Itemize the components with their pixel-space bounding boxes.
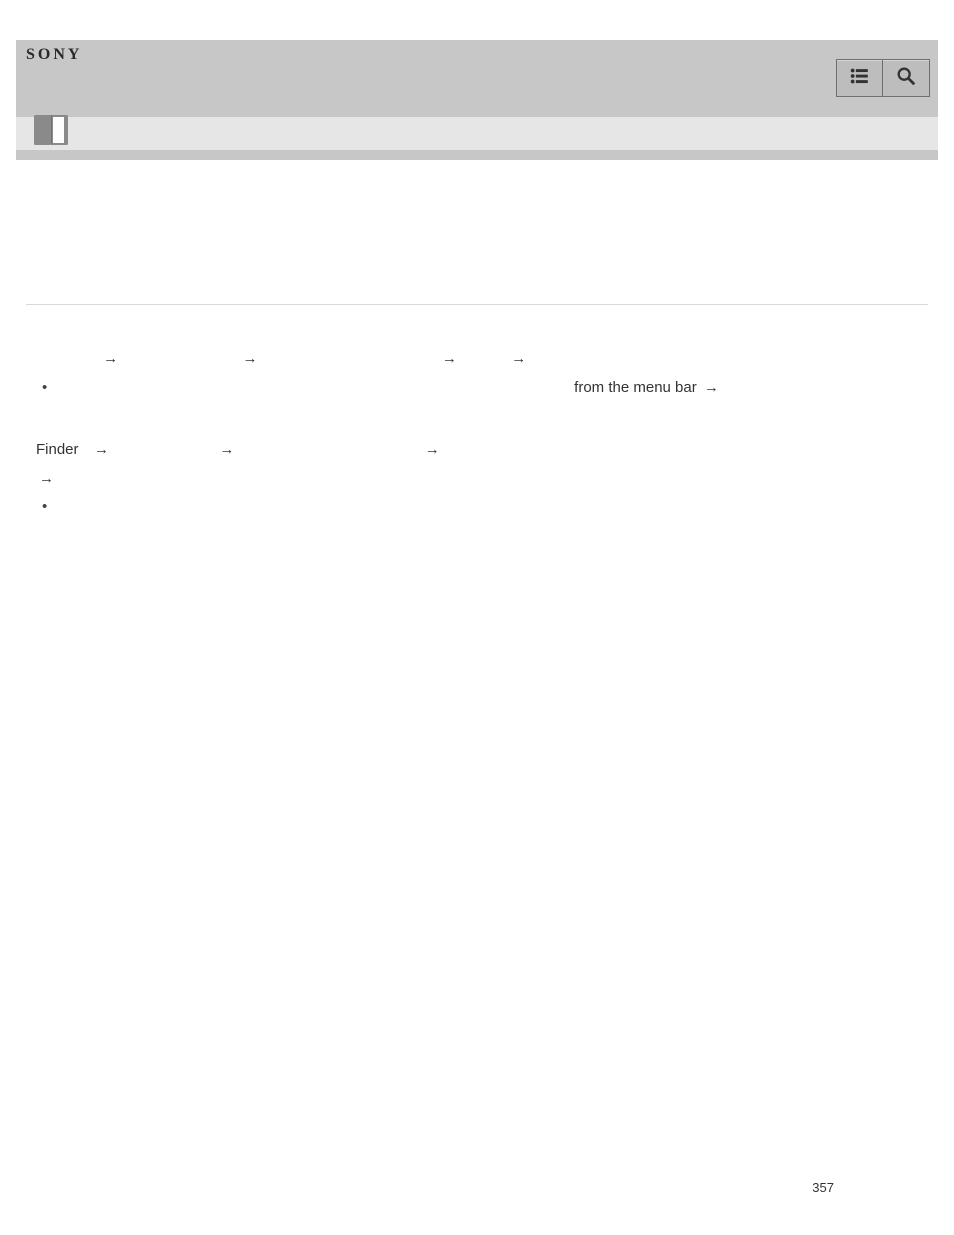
arrow-icon: → <box>240 345 261 374</box>
header-bar: SONY <box>16 40 938 117</box>
arrow-icon: → <box>91 436 112 465</box>
note-line-1: from the menu bar → <box>26 374 928 403</box>
arrow-icon: → <box>701 374 722 403</box>
page-icon <box>24 110 78 155</box>
search-button[interactable] <box>883 59 930 97</box>
arrow-icon: → <box>508 345 529 374</box>
path-line-2: Finder → → → <box>26 436 928 465</box>
main-content: → → → → from the menu bar → Finder → → → <box>16 160 938 522</box>
finder-label: Finder <box>36 441 79 458</box>
thin-divider-bar <box>16 150 938 160</box>
brand-logo: SONY <box>26 46 82 64</box>
list-icon <box>849 65 871 92</box>
arrow-icon: → <box>439 345 460 374</box>
menu-button[interactable] <box>836 59 883 97</box>
page-number: 357 <box>812 1180 834 1195</box>
note-text: from the menu bar <box>574 379 697 396</box>
horizontal-rule <box>26 304 928 305</box>
path-line-1: → → → → <box>26 345 928 374</box>
arrow-icon: → <box>36 465 57 494</box>
search-icon <box>895 65 917 92</box>
path-line-2-cont: → <box>26 465 928 494</box>
note-line-2 <box>26 493 928 522</box>
arrow-icon: → <box>100 345 121 374</box>
arrow-icon: → <box>216 436 237 465</box>
sub-header-bar <box>16 117 938 150</box>
header-buttons <box>836 59 930 97</box>
arrow-icon: → <box>422 436 443 465</box>
